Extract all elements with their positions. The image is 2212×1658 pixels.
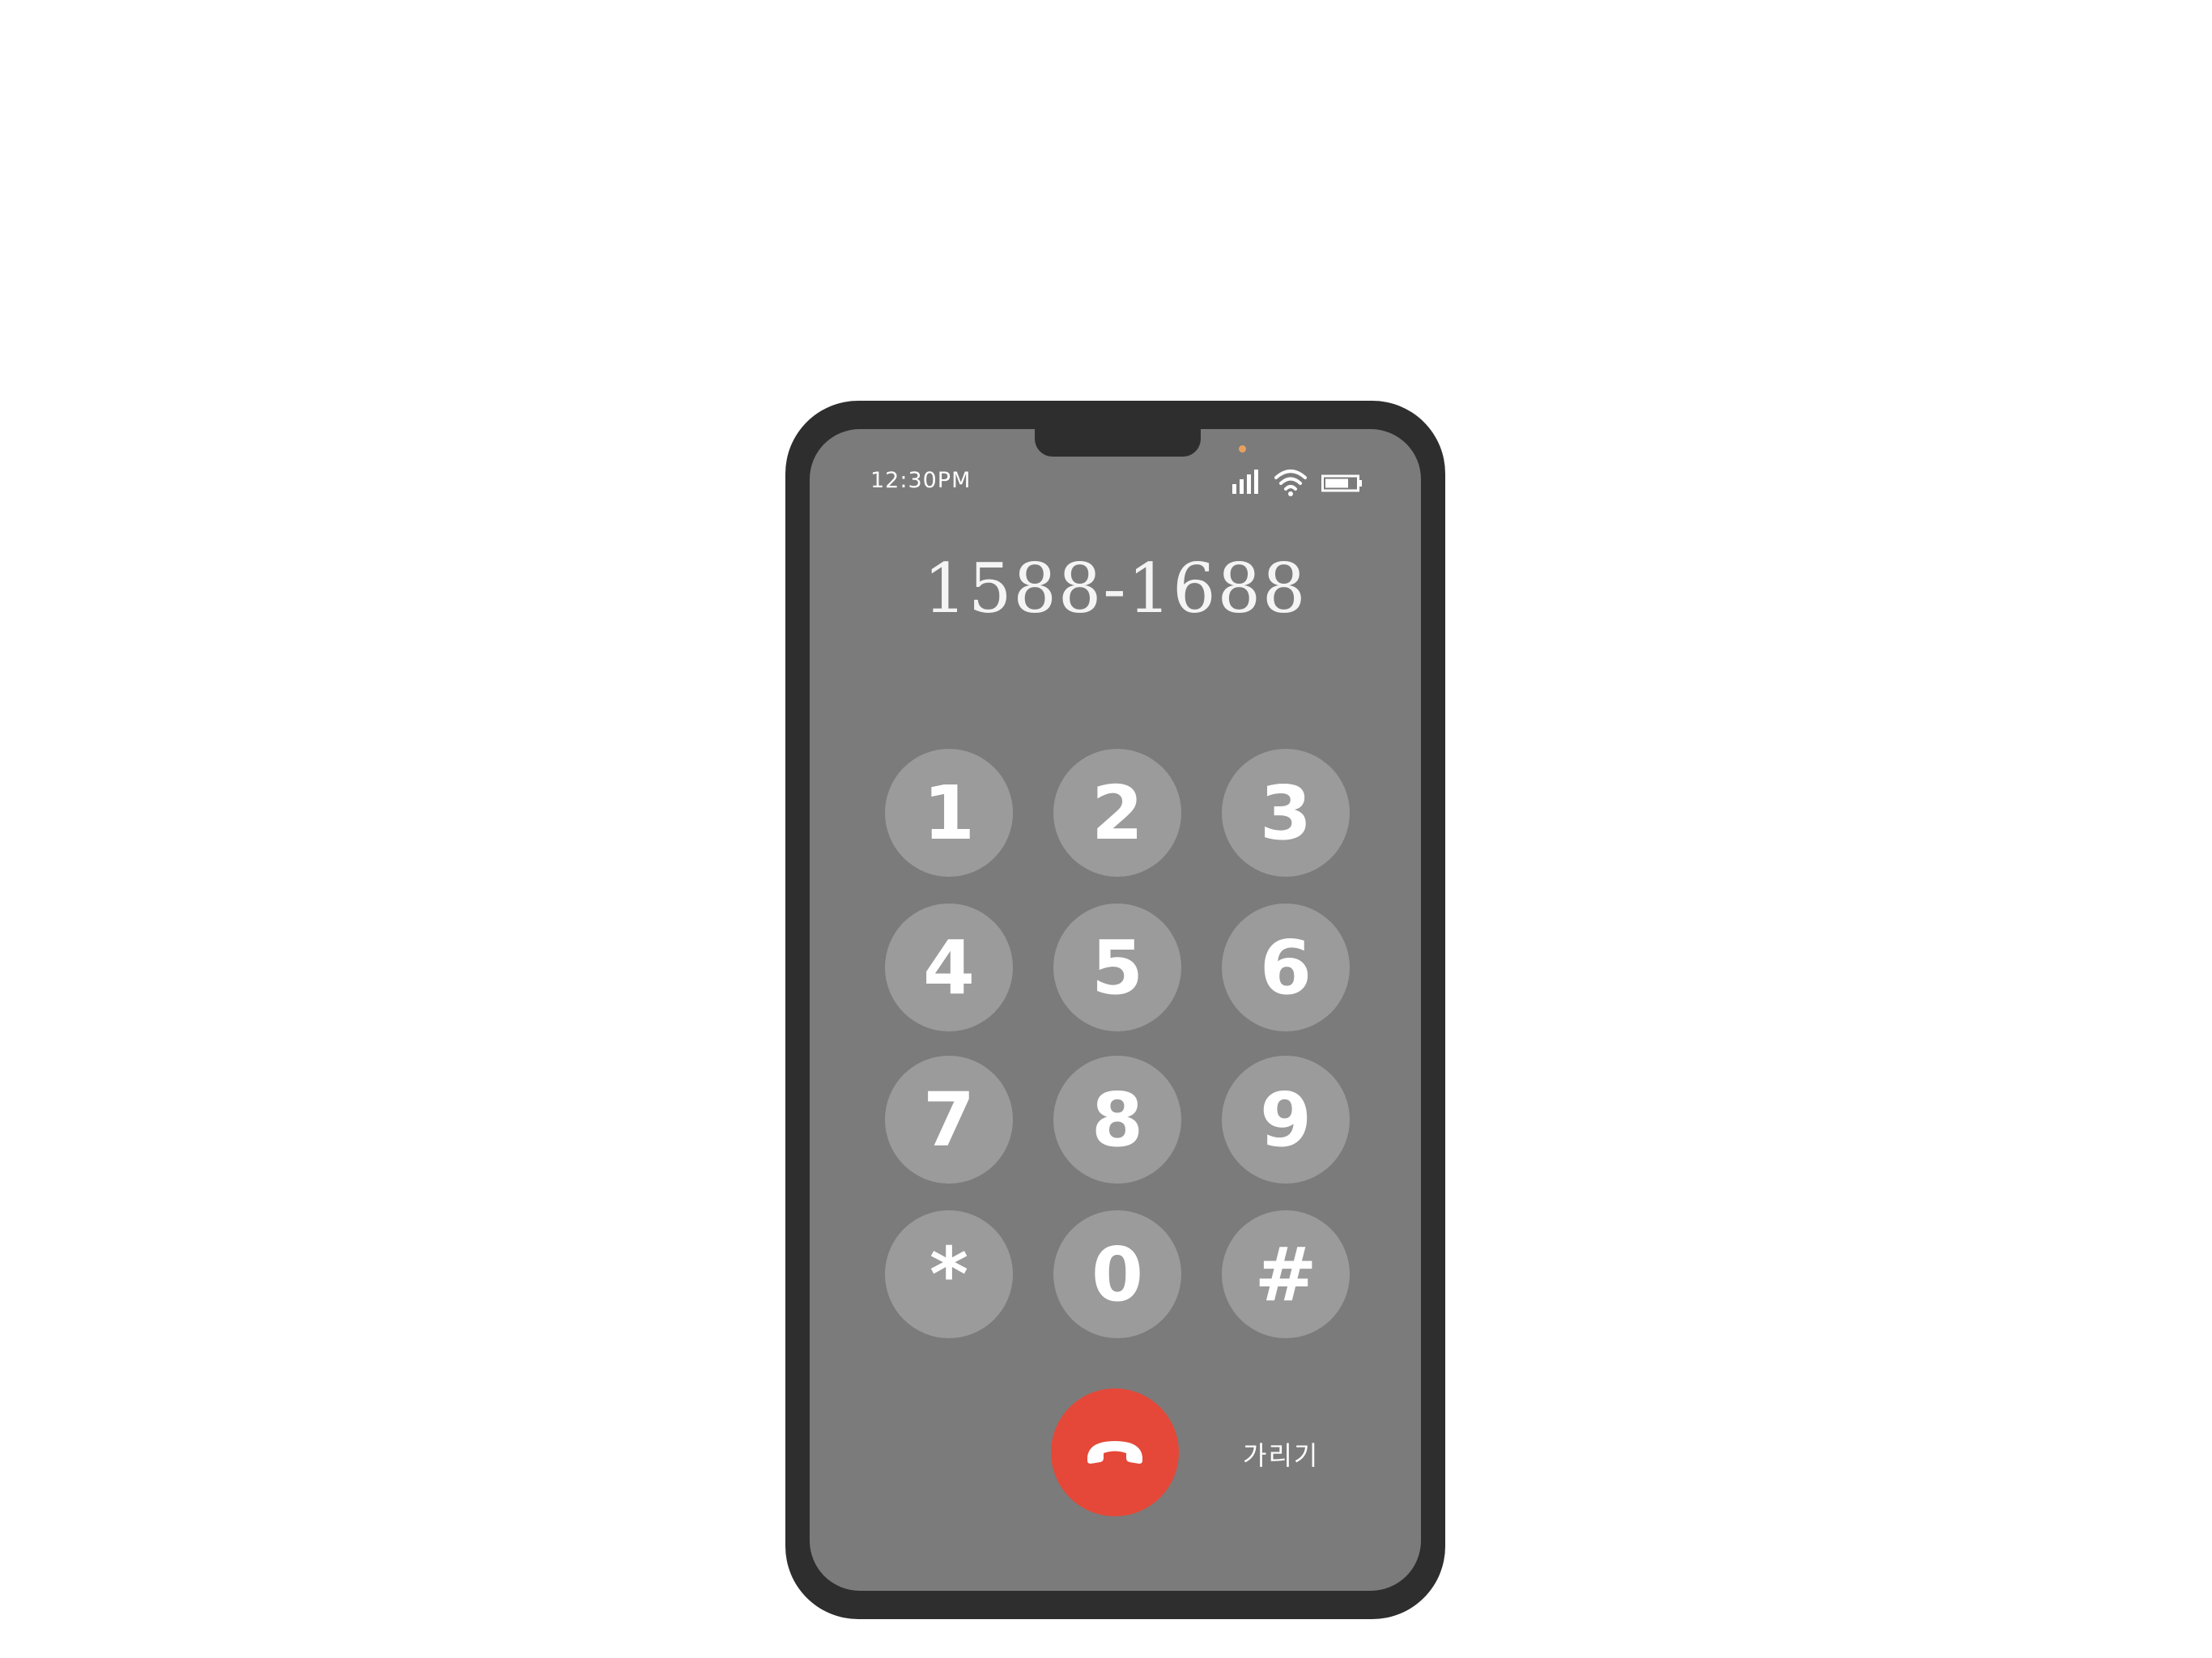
phone-hangup-icon xyxy=(1081,1435,1149,1470)
stage: 12:30PM 1588-1688 1 2 3 4 5 6 7 8 9 * 0 … xyxy=(0,0,2212,1658)
key-hash[interactable]: # xyxy=(1222,1210,1350,1338)
key-6[interactable]: 6 xyxy=(1222,903,1350,1031)
key-0[interactable]: 0 xyxy=(1053,1210,1181,1338)
phone-screen: 12:30PM 1588-1688 1 2 3 4 5 6 7 8 9 * 0 … xyxy=(810,429,1421,1591)
hide-keypad-button[interactable]: 가리기 xyxy=(1243,1435,1319,1473)
key-9[interactable]: 9 xyxy=(1222,1056,1350,1184)
key-8[interactable]: 8 xyxy=(1053,1056,1181,1184)
key-5[interactable]: 5 xyxy=(1053,903,1181,1031)
key-3[interactable]: 3 xyxy=(1222,749,1350,877)
key-star[interactable]: * xyxy=(885,1210,1013,1338)
key-7[interactable]: 7 xyxy=(885,1056,1013,1184)
key-4[interactable]: 4 xyxy=(885,903,1013,1031)
phone-frame: 12:30PM 1588-1688 1 2 3 4 5 6 7 8 9 * 0 … xyxy=(785,401,1445,1619)
key-1[interactable]: 1 xyxy=(885,749,1013,877)
key-2[interactable]: 2 xyxy=(1053,749,1181,877)
end-call-button[interactable] xyxy=(1051,1388,1179,1516)
